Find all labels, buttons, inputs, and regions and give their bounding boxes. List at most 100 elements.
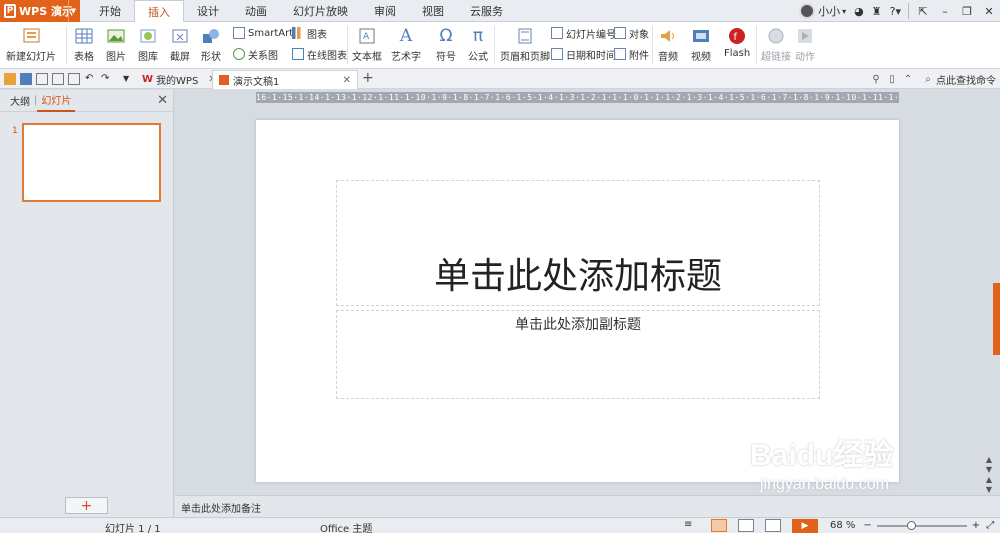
chart-icon (292, 27, 304, 39)
skin-icon[interactable]: ◕ (850, 0, 868, 22)
tab-animation[interactable]: 动画 (232, 0, 280, 22)
shirt-icon[interactable]: ♜ (868, 0, 886, 22)
open-icon[interactable] (4, 73, 16, 85)
fit-window-icon[interactable]: ⤢ (986, 520, 994, 531)
new-slide-button[interactable]: 新建幻灯片 (6, 26, 56, 63)
search-command-input[interactable]: 点此查找命令 (936, 72, 996, 87)
tab-slideshow[interactable]: 幻灯片放映 (280, 0, 361, 22)
app-name: WPS 演示 (19, 5, 73, 18)
slide-sorter-button[interactable] (738, 519, 754, 532)
symbol-button[interactable]: Ω 符号 (436, 26, 456, 63)
tab-my-wps[interactable]: W 我的WPS ✕ (136, 70, 223, 89)
restore-ribbon-icon[interactable]: ⇱ (912, 0, 934, 22)
view-controls: ≡ ▶ 68 % − + ⤢ (684, 518, 994, 533)
picture-button[interactable]: 图片 (106, 26, 126, 63)
tab-review[interactable]: 审阅 (361, 0, 409, 22)
tab-slides[interactable]: 幻灯片 (37, 90, 76, 112)
table-button[interactable]: 表格 (74, 26, 94, 63)
tab-outline[interactable]: 大纲 (6, 93, 34, 108)
save-icon[interactable] (20, 73, 32, 85)
wordart-icon: A (399, 26, 413, 46)
pin-icon[interactable]: ⚲ (868, 74, 884, 85)
divider (66, 26, 67, 64)
relation-button[interactable]: 关系图 (233, 46, 278, 62)
shape-icon (201, 26, 221, 46)
chart-button[interactable]: 图表 (292, 25, 327, 41)
ruler-scale: 16·1·15·1·14·1·13·1·12·1·11·1·10·1·9·1·8… (256, 93, 899, 102)
notes-placeholder: 单击此处添加备注 (181, 504, 261, 515)
slide-nav-arrows[interactable]: ▲ ▼ ▲ ▼ (983, 455, 995, 495)
gallery-button[interactable]: 图库 (138, 26, 158, 63)
action-button[interactable]: 动作 (795, 26, 815, 63)
close-icon[interactable]: ✕ (157, 93, 168, 108)
zoom-slider[interactable] (876, 520, 967, 530)
shape-button[interactable]: 形状 (201, 26, 221, 63)
print-icon[interactable] (52, 73, 64, 85)
zoom-level[interactable]: 68 % (830, 520, 855, 531)
attachment-button[interactable]: 附件 (614, 46, 649, 62)
tab-view[interactable]: 视图 (409, 0, 457, 22)
screenshot-button[interactable]: 截屏 (170, 26, 190, 63)
tab-document[interactable]: 演示文稿1 ✕ (212, 70, 358, 89)
customize-dropdown-icon[interactable]: ▼ (123, 73, 135, 85)
header-footer-button[interactable]: 页眉和页脚 (500, 26, 550, 63)
tab-cloud[interactable]: 云服务 (457, 0, 516, 22)
slideshow-button[interactable]: ▶ (792, 518, 818, 533)
help-icon[interactable]: ?▾ (886, 0, 905, 22)
title-placeholder[interactable]: 单击此处添加标题 (336, 180, 820, 306)
slides-pane: 大纲 | 幻灯片 ✕ 1 + (0, 90, 174, 517)
datetime-button[interactable]: 日期和时间 (551, 46, 616, 62)
print-preview-icon[interactable] (68, 73, 80, 85)
redo-icon[interactable]: ↷ (101, 73, 113, 85)
new-tab-button[interactable]: + (362, 70, 374, 86)
document-icon[interactable]: ▯ (884, 74, 900, 85)
ribbon-tabs: 开始 插入 设计 动画 幻灯片放映 审阅 视图 云服务 (86, 0, 516, 23)
app-menu-button[interactable]: P WPS 演示 ▼ (0, 0, 80, 22)
side-panel-handle[interactable] (993, 283, 1000, 355)
chevron-down-icon[interactable]: ▼ (68, 0, 78, 22)
flash-button[interactable]: f Flash (724, 26, 750, 59)
baidu-watermark: Baidu经验 jingyan.baidu.com (750, 430, 980, 510)
object-icon (614, 27, 626, 39)
tab-design[interactable]: 设计 (184, 0, 232, 22)
online-chart-button[interactable]: 在线图表 (292, 46, 347, 62)
add-slide-button[interactable]: + (65, 497, 108, 514)
zoom-in-button[interactable]: + (972, 520, 980, 531)
video-icon (691, 26, 711, 46)
normal-view-button[interactable] (711, 519, 727, 532)
user-account[interactable]: 小小 ▾ (795, 0, 850, 22)
tab-insert[interactable]: 插入 (134, 0, 184, 23)
object-button[interactable]: 对象 (614, 25, 649, 41)
video-button[interactable]: 视频 (691, 26, 711, 63)
smartart-button[interactable]: SmartArt (233, 25, 293, 41)
watermark-logo: Baidu经验 (750, 439, 894, 472)
user-name: 小小 (818, 5, 841, 18)
audio-button[interactable]: 音频 (658, 26, 678, 63)
slide-thumbnail[interactable] (22, 123, 161, 202)
close-button[interactable]: ✕ (978, 0, 1000, 22)
zoom-out-button[interactable]: − (863, 520, 871, 531)
zoom-slider-handle[interactable] (906, 520, 916, 530)
header-footer-icon (515, 26, 535, 46)
picture-icon (106, 26, 126, 46)
online-chart-icon (292, 48, 304, 60)
theme-name: Office 主题 (320, 524, 373, 533)
subtitle-placeholder[interactable]: 单击此处添加副标题 (336, 310, 820, 399)
expand-icon[interactable]: ⌃ (900, 74, 916, 85)
textbox-button[interactable]: A 文本框 (352, 26, 382, 63)
smartart-icon (233, 27, 245, 39)
export-pdf-icon[interactable] (36, 73, 48, 85)
tab-home[interactable]: 开始 (86, 0, 134, 22)
close-icon[interactable]: ✕ (343, 75, 351, 86)
pi-icon: π (472, 26, 484, 46)
slide-canvas[interactable]: 单击此处添加标题 单击此处添加副标题 (256, 120, 899, 482)
maximize-button[interactable]: ❐ (956, 0, 978, 22)
undo-icon[interactable]: ↶ (85, 73, 97, 85)
formula-button[interactable]: π 公式 (468, 26, 488, 63)
hyperlink-button[interactable]: 超链接 (761, 26, 791, 63)
slide-number-button[interactable]: 幻灯片编号 (551, 25, 616, 41)
notes-toggle-icon[interactable]: ≡ (684, 519, 700, 532)
minimize-button[interactable]: – (934, 0, 956, 22)
wordart-button[interactable]: A 艺术字 (391, 26, 421, 63)
reading-view-button[interactable] (765, 519, 781, 532)
